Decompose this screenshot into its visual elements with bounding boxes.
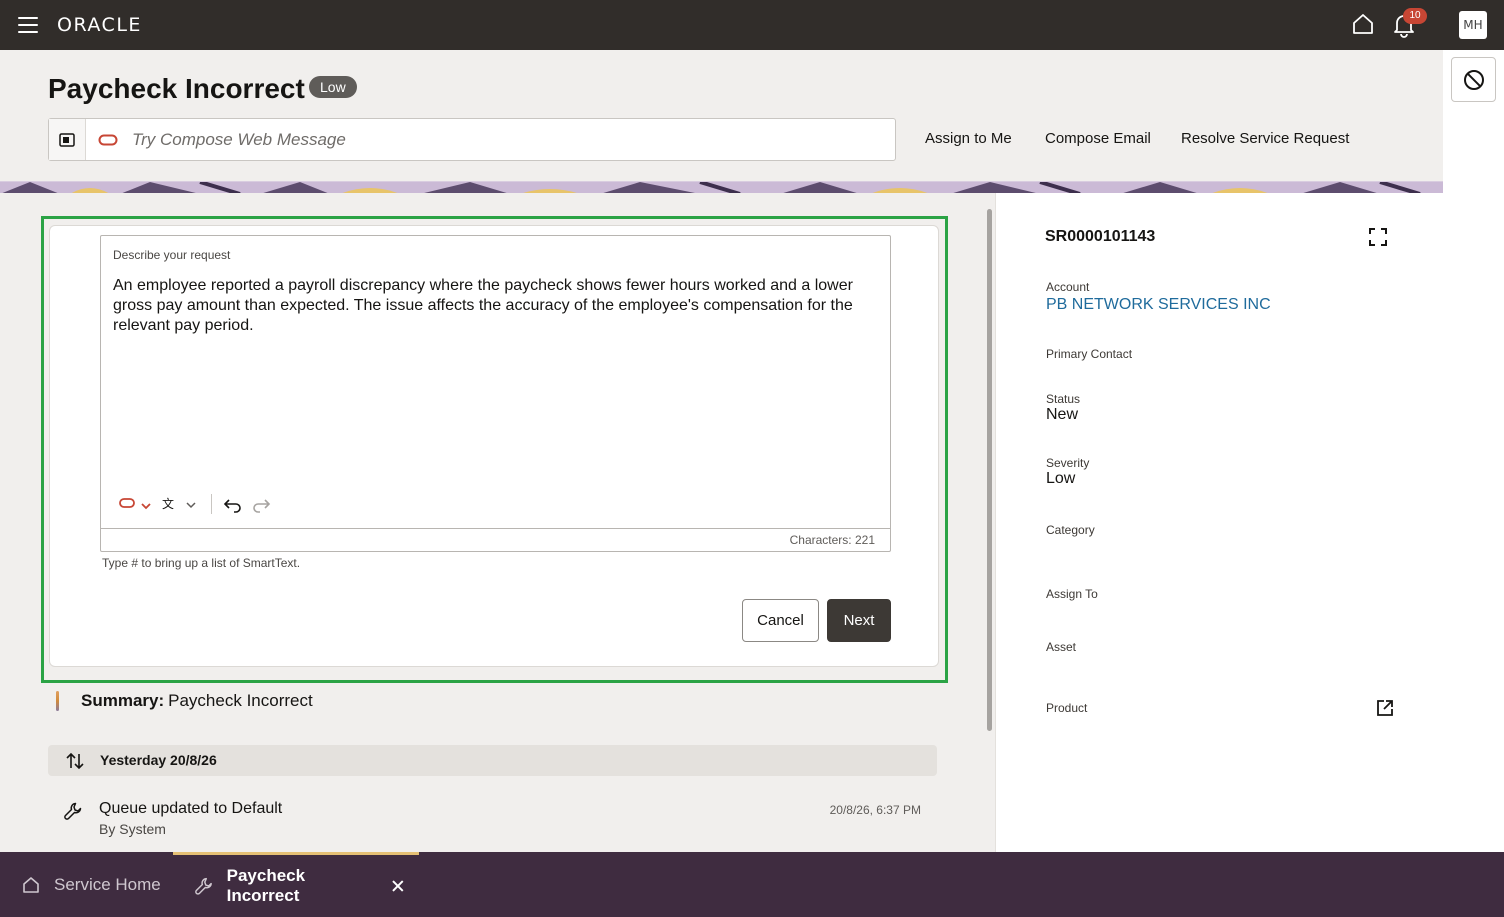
timeline-date-group[interactable]: Yesterday 20/8/26 <box>48 745 937 776</box>
wrench-icon <box>195 877 212 895</box>
editor-textarea[interactable]: An employee reported a payroll discrepan… <box>113 276 873 336</box>
undo-icon[interactable] <box>222 495 244 513</box>
severity-badge: Low <box>309 76 357 98</box>
request-editor[interactable]: Describe your request An employee report… <box>100 235 891 552</box>
tab-paycheck-incorrect[interactable]: Paycheck Incorrect <box>173 852 419 917</box>
next-button[interactable]: Next <box>827 599 891 642</box>
asset-label: Asset <box>1046 640 1077 654</box>
panel-icon <box>59 132 75 147</box>
severity-label: Severity <box>1046 456 1090 470</box>
editor-label: Describe your request <box>113 248 231 262</box>
oracle-ai-icon <box>98 134 118 145</box>
account-link[interactable]: PB NETWORK SERVICES INC <box>1046 296 1271 314</box>
summary-value: Paycheck Incorrect <box>168 691 313 710</box>
tab-service-home-label: Service Home <box>54 874 161 894</box>
panel-toggle-button[interactable] <box>49 119 86 160</box>
close-icon[interactable] <box>391 879 405 893</box>
severity-value: Low <box>1046 470 1076 487</box>
scrollbar-thumb[interactable] <box>987 209 992 731</box>
right-rail <box>1443 50 1504 852</box>
open-external-icon[interactable] <box>1376 699 1394 717</box>
home-icon[interactable] <box>1351 12 1375 36</box>
summary-label: Summary: <box>81 691 165 710</box>
page-header: Paycheck Incorrect Low Assign to Me Comp… <box>0 50 1443 181</box>
category-label: Category <box>1046 523 1095 537</box>
compose-web-message-box[interactable] <box>48 118 896 161</box>
product-label: Product <box>1046 701 1088 715</box>
timeline-item-title: Queue updated to Default <box>99 800 283 817</box>
summary-indicator <box>56 691 59 711</box>
editor-toolbar: 文 <box>119 494 272 514</box>
status-value: New <box>1046 406 1079 423</box>
decorative-banner <box>0 181 1443 193</box>
top-bar: ORACLE 10 MH <box>0 0 1504 50</box>
resolve-service-request-button[interactable]: Resolve Service Request <box>1181 130 1349 147</box>
cancel-button[interactable]: Cancel <box>742 599 819 642</box>
compose-email-button[interactable]: Compose Email <box>1045 130 1151 147</box>
tab-paycheck-incorrect-label: Paycheck Incorrect <box>226 866 306 905</box>
block-button[interactable] <box>1451 57 1496 102</box>
account-label: Account <box>1046 280 1090 294</box>
expand-icon[interactable] <box>1369 228 1387 246</box>
date-group-label: Yesterday 20/8/26 <box>100 752 217 768</box>
main-content: Describe your request An employee report… <box>0 193 995 852</box>
assign-to-me-button[interactable]: Assign to Me <box>925 130 1012 147</box>
redo-icon[interactable] <box>250 495 272 513</box>
character-count: Characters: 221 <box>101 528 890 552</box>
request-card: Describe your request An employee report… <box>49 225 939 667</box>
assign-to-label: Assign To <box>1046 587 1098 601</box>
page-title: Paycheck Incorrect <box>48 73 305 104</box>
details-panel: SR0000101143 Account PB NETWORK SERVICES… <box>995 193 1443 852</box>
tab-service-home[interactable]: Service Home <box>22 852 161 917</box>
ai-assist-icon[interactable] <box>119 495 155 513</box>
main-scrollbar[interactable] <box>986 193 994 852</box>
primary-contact-label: Primary Contact <box>1046 347 1133 361</box>
summary-line: Summary: Paycheck Incorrect <box>56 691 313 711</box>
timeline-item-author: By System <box>99 821 166 837</box>
smarttext-hint: Type # to bring up a list of SmartText. <box>102 556 301 570</box>
compose-web-message-input[interactable] <box>132 129 832 150</box>
sr-number: SR0000101143 <box>1045 228 1156 245</box>
wrench-icon <box>64 802 82 820</box>
timeline-item-time: 20/8/26, 6:37 PM <box>829 803 921 817</box>
banner-pattern <box>0 181 1443 193</box>
oracle-logo[interactable]: ORACLE <box>57 14 142 36</box>
sort-icon[interactable] <box>65 751 85 771</box>
menu-icon[interactable] <box>18 17 38 33</box>
bottom-tab-bar: Service Home Paycheck Incorrect <box>0 852 1504 917</box>
toolbar-separator <box>211 494 212 514</box>
highlight-frame: Describe your request An employee report… <box>41 216 948 683</box>
status-label: Status <box>1046 392 1081 406</box>
notification-badge: 10 <box>1403 8 1427 24</box>
user-avatar[interactable]: MH <box>1459 11 1487 39</box>
home-icon <box>23 876 39 893</box>
translate-icon[interactable]: 文 <box>161 495 201 513</box>
block-icon <box>1463 69 1484 90</box>
svg-text:文: 文 <box>162 496 174 511</box>
